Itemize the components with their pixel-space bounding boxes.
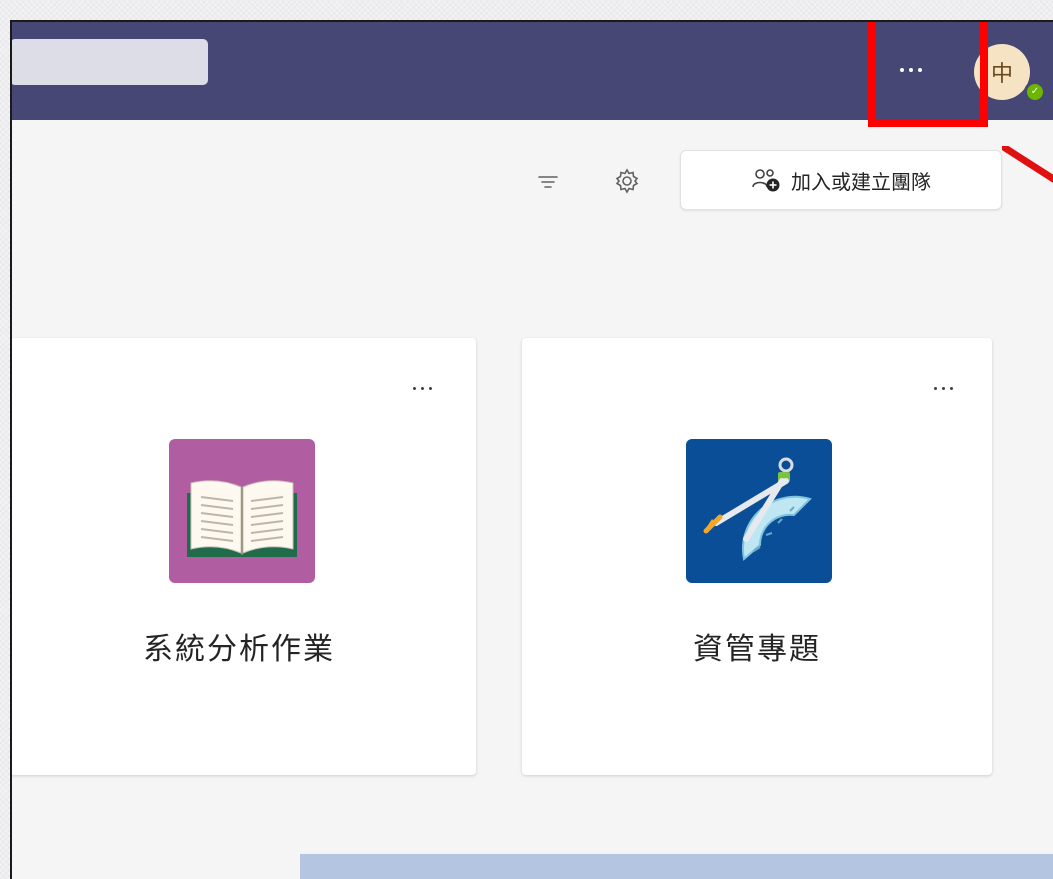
open-book-icon — [187, 480, 297, 557]
team-name: 資管專題 — [693, 632, 821, 667]
filter-icon — [538, 176, 558, 188]
settings-button[interactable] — [608, 162, 646, 200]
compass-protractor-icon — [703, 457, 812, 561]
ellipsis-icon — [933, 386, 953, 390]
team-card[interactable]: 資管專題 — [522, 338, 992, 775]
team-card[interactable]: 系統分析作業 — [12, 338, 476, 775]
presence-available-icon: ✓ — [1024, 81, 1046, 103]
team-avatar-tile — [686, 439, 832, 583]
filter-button[interactable] — [530, 164, 566, 200]
join-or-create-team-button[interactable]: 加入或建立團隊 — [680, 150, 1002, 210]
team-more-options-button[interactable] — [928, 378, 958, 398]
ellipsis-icon — [412, 386, 432, 390]
annotation-arrow — [1002, 146, 1053, 183]
gear-icon — [615, 168, 639, 194]
team-name: 系統分析作業 — [143, 632, 335, 667]
info-banner — [300, 854, 1053, 879]
highlight-box — [868, 22, 988, 127]
teams-window: 中 ✓ 加入或建立團隊 系統分析作業 資管專題 — [10, 20, 1053, 879]
search-input[interactable] — [12, 39, 208, 85]
people-add-icon — [752, 169, 780, 192]
team-avatar-tile — [169, 439, 315, 583]
avatar-initial: 中 — [990, 62, 1013, 87]
team-more-options-button[interactable] — [407, 378, 437, 398]
join-button-label: 加入或建立團隊 — [791, 169, 931, 194]
